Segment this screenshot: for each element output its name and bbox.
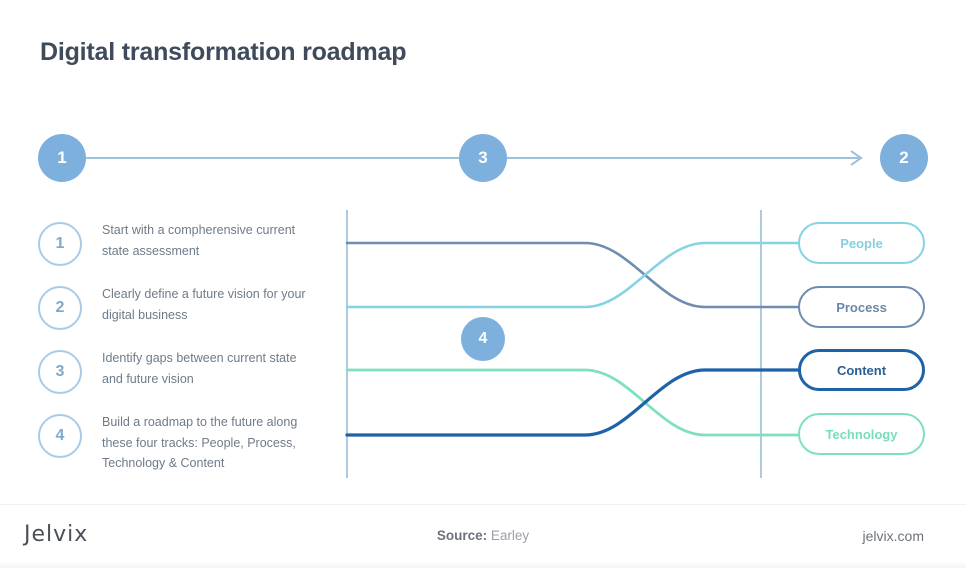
step-number-badge: 4 [38, 414, 82, 458]
step-item[interactable]: 2 Clearly define a future vision for you… [38, 284, 317, 330]
content-track [345, 368, 800, 437]
page-title: Digital transformation roadmap [40, 38, 407, 66]
technology-track [345, 368, 800, 437]
flow-step-badge[interactable]: 4 [461, 317, 505, 361]
track-pill-process[interactable]: Process [798, 286, 925, 328]
step-number-badge: 1 [38, 222, 82, 266]
people-track [345, 241, 800, 309]
step-item[interactable]: 3 Identify gaps between current state an… [38, 348, 317, 394]
step-description: Start with a compherensive current state… [102, 223, 296, 258]
step-description: Identify gaps between current state and … [102, 351, 297, 386]
track-pill-people[interactable]: People [798, 222, 925, 264]
track-flow-diagram [330, 196, 830, 496]
step-description: Build a roadmap to the future along thes… [102, 415, 298, 471]
source-credit: Source: Earley [0, 528, 966, 543]
source-label: Source: [436, 528, 488, 543]
timeline-node-2[interactable]: 2 [880, 134, 928, 182]
track-pill-technology[interactable]: Technology [798, 413, 925, 455]
step-number-badge: 2 [38, 286, 82, 330]
timeline-node-1[interactable]: 1 [38, 134, 86, 182]
step-number-badge: 3 [38, 350, 82, 394]
timeline-node-3[interactable]: 3 [459, 134, 507, 182]
bottom-edge-shadow [0, 561, 966, 568]
process-track [345, 241, 800, 309]
footer-divider [0, 504, 966, 505]
infographic-canvas: Digital transformation roadmap 1 3 2 1 S… [0, 0, 966, 568]
step-description: Clearly define a future vision for your … [102, 287, 306, 322]
website-url: jelvix.com [862, 528, 924, 544]
timeline: 1 3 2 [0, 125, 966, 195]
source-value: Earley [490, 528, 530, 543]
step-item[interactable]: 1 Start with a compherensive current sta… [38, 220, 317, 266]
step-item[interactable]: 4 Build a roadmap to the future along th… [38, 412, 317, 474]
track-pill-content[interactable]: Content [798, 349, 925, 391]
track-flow-svg [345, 210, 800, 478]
